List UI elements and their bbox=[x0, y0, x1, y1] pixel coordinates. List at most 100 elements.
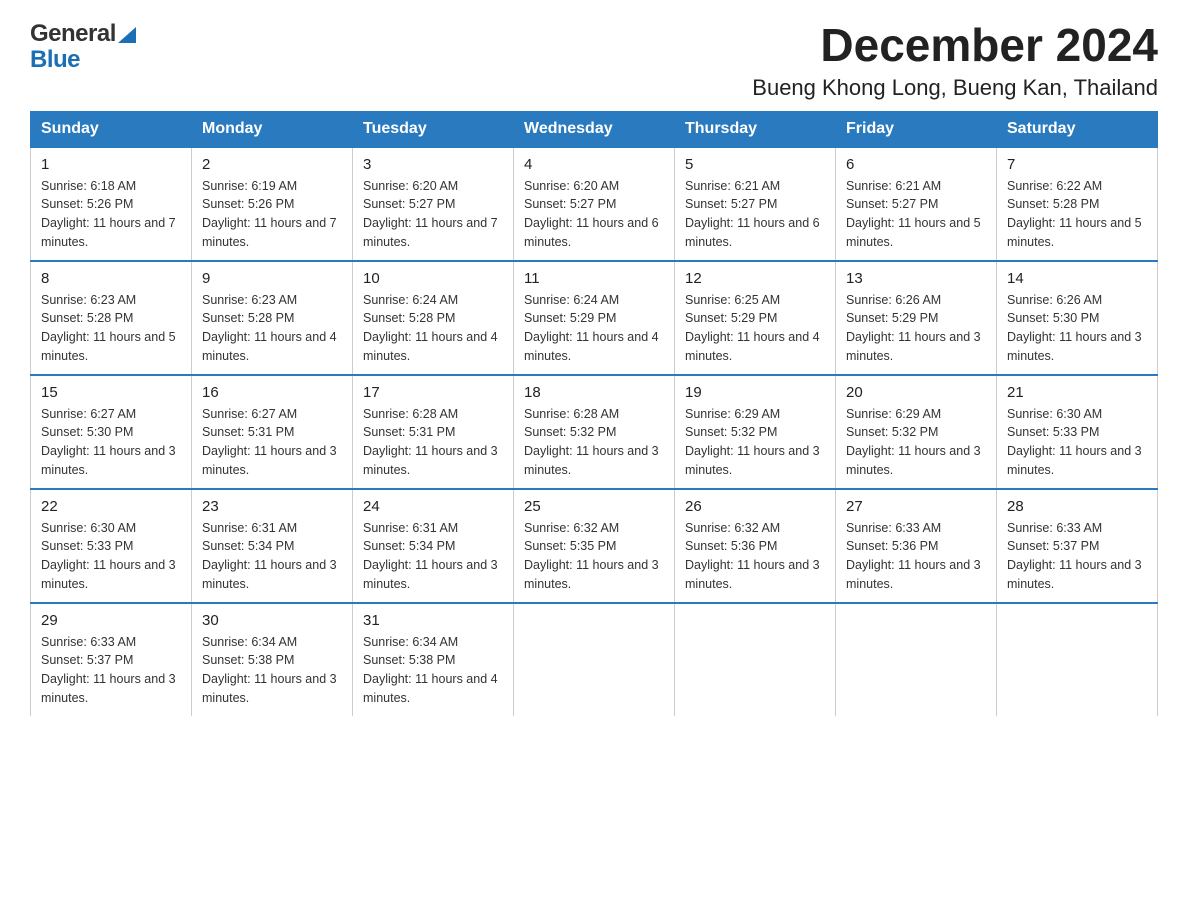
day-number: 30 bbox=[202, 612, 342, 629]
table-row: 9 Sunrise: 6:23 AM Sunset: 5:28 PM Dayli… bbox=[192, 261, 353, 375]
day-number: 12 bbox=[685, 270, 825, 287]
day-info: Sunrise: 6:22 AM Sunset: 5:28 PM Dayligh… bbox=[1007, 177, 1147, 252]
table-row: 24 Sunrise: 6:31 AM Sunset: 5:34 PM Dayl… bbox=[353, 489, 514, 603]
day-info: Sunrise: 6:32 AM Sunset: 5:36 PM Dayligh… bbox=[685, 519, 825, 594]
day-info: Sunrise: 6:26 AM Sunset: 5:30 PM Dayligh… bbox=[1007, 291, 1147, 366]
table-row: 5 Sunrise: 6:21 AM Sunset: 5:27 PM Dayli… bbox=[675, 147, 836, 261]
day-info: Sunrise: 6:29 AM Sunset: 5:32 PM Dayligh… bbox=[685, 405, 825, 480]
table-row: 26 Sunrise: 6:32 AM Sunset: 5:36 PM Dayl… bbox=[675, 489, 836, 603]
table-row bbox=[675, 603, 836, 716]
day-number: 23 bbox=[202, 498, 342, 515]
day-number: 20 bbox=[846, 384, 986, 401]
day-number: 17 bbox=[363, 384, 503, 401]
day-number: 15 bbox=[41, 384, 181, 401]
day-number: 5 bbox=[685, 156, 825, 173]
day-number: 21 bbox=[1007, 384, 1147, 401]
day-number: 25 bbox=[524, 498, 664, 515]
header-saturday: Saturday bbox=[997, 111, 1158, 147]
table-row: 10 Sunrise: 6:24 AM Sunset: 5:28 PM Dayl… bbox=[353, 261, 514, 375]
calendar-week-row: 22 Sunrise: 6:30 AM Sunset: 5:33 PM Dayl… bbox=[31, 489, 1158, 603]
calendar-header-row: Sunday Monday Tuesday Wednesday Thursday… bbox=[31, 111, 1158, 147]
day-number: 31 bbox=[363, 612, 503, 629]
table-row bbox=[514, 603, 675, 716]
table-row: 4 Sunrise: 6:20 AM Sunset: 5:27 PM Dayli… bbox=[514, 147, 675, 261]
day-info: Sunrise: 6:33 AM Sunset: 5:36 PM Dayligh… bbox=[846, 519, 986, 594]
day-info: Sunrise: 6:28 AM Sunset: 5:31 PM Dayligh… bbox=[363, 405, 503, 480]
day-info: Sunrise: 6:20 AM Sunset: 5:27 PM Dayligh… bbox=[524, 177, 664, 252]
table-row: 6 Sunrise: 6:21 AM Sunset: 5:27 PM Dayli… bbox=[836, 147, 997, 261]
table-row: 28 Sunrise: 6:33 AM Sunset: 5:37 PM Dayl… bbox=[997, 489, 1158, 603]
header-monday: Monday bbox=[192, 111, 353, 147]
header-thursday: Thursday bbox=[675, 111, 836, 147]
table-row: 30 Sunrise: 6:34 AM Sunset: 5:38 PM Dayl… bbox=[192, 603, 353, 716]
day-info: Sunrise: 6:19 AM Sunset: 5:26 PM Dayligh… bbox=[202, 177, 342, 252]
day-info: Sunrise: 6:20 AM Sunset: 5:27 PM Dayligh… bbox=[363, 177, 503, 252]
day-info: Sunrise: 6:30 AM Sunset: 5:33 PM Dayligh… bbox=[41, 519, 181, 594]
table-row: 22 Sunrise: 6:30 AM Sunset: 5:33 PM Dayl… bbox=[31, 489, 192, 603]
day-info: Sunrise: 6:34 AM Sunset: 5:38 PM Dayligh… bbox=[202, 633, 342, 708]
table-row: 8 Sunrise: 6:23 AM Sunset: 5:28 PM Dayli… bbox=[31, 261, 192, 375]
day-number: 29 bbox=[41, 612, 181, 629]
logo-general-text: General bbox=[30, 20, 116, 48]
table-row: 1 Sunrise: 6:18 AM Sunset: 5:26 PM Dayli… bbox=[31, 147, 192, 261]
table-row: 31 Sunrise: 6:34 AM Sunset: 5:38 PM Dayl… bbox=[353, 603, 514, 716]
day-number: 13 bbox=[846, 270, 986, 287]
day-number: 8 bbox=[41, 270, 181, 287]
day-number: 27 bbox=[846, 498, 986, 515]
day-info: Sunrise: 6:33 AM Sunset: 5:37 PM Dayligh… bbox=[41, 633, 181, 708]
day-number: 14 bbox=[1007, 270, 1147, 287]
day-info: Sunrise: 6:29 AM Sunset: 5:32 PM Dayligh… bbox=[846, 405, 986, 480]
day-info: Sunrise: 6:27 AM Sunset: 5:30 PM Dayligh… bbox=[41, 405, 181, 480]
day-info: Sunrise: 6:25 AM Sunset: 5:29 PM Dayligh… bbox=[685, 291, 825, 366]
day-info: Sunrise: 6:18 AM Sunset: 5:26 PM Dayligh… bbox=[41, 177, 181, 252]
logo-blue-text: Blue bbox=[30, 46, 80, 74]
day-info: Sunrise: 6:24 AM Sunset: 5:29 PM Dayligh… bbox=[524, 291, 664, 366]
table-row: 20 Sunrise: 6:29 AM Sunset: 5:32 PM Dayl… bbox=[836, 375, 997, 489]
page-header: General Blue December 2024 Bueng Khong L… bbox=[30, 20, 1158, 101]
header-wednesday: Wednesday bbox=[514, 111, 675, 147]
day-info: Sunrise: 6:23 AM Sunset: 5:28 PM Dayligh… bbox=[202, 291, 342, 366]
day-info: Sunrise: 6:32 AM Sunset: 5:35 PM Dayligh… bbox=[524, 519, 664, 594]
table-row: 16 Sunrise: 6:27 AM Sunset: 5:31 PM Dayl… bbox=[192, 375, 353, 489]
calendar-week-row: 8 Sunrise: 6:23 AM Sunset: 5:28 PM Dayli… bbox=[31, 261, 1158, 375]
table-row: 2 Sunrise: 6:19 AM Sunset: 5:26 PM Dayli… bbox=[192, 147, 353, 261]
table-row: 14 Sunrise: 6:26 AM Sunset: 5:30 PM Dayl… bbox=[997, 261, 1158, 375]
header-friday: Friday bbox=[836, 111, 997, 147]
title-block: December 2024 Bueng Khong Long, Bueng Ka… bbox=[752, 20, 1158, 101]
calendar-table: Sunday Monday Tuesday Wednesday Thursday… bbox=[30, 111, 1158, 716]
table-row: 12 Sunrise: 6:25 AM Sunset: 5:29 PM Dayl… bbox=[675, 261, 836, 375]
logo-arrow-icon bbox=[118, 27, 136, 43]
day-info: Sunrise: 6:26 AM Sunset: 5:29 PM Dayligh… bbox=[846, 291, 986, 366]
day-number: 11 bbox=[524, 270, 664, 287]
header-tuesday: Tuesday bbox=[353, 111, 514, 147]
day-info: Sunrise: 6:33 AM Sunset: 5:37 PM Dayligh… bbox=[1007, 519, 1147, 594]
day-number: 16 bbox=[202, 384, 342, 401]
day-info: Sunrise: 6:28 AM Sunset: 5:32 PM Dayligh… bbox=[524, 405, 664, 480]
day-info: Sunrise: 6:24 AM Sunset: 5:28 PM Dayligh… bbox=[363, 291, 503, 366]
table-row: 3 Sunrise: 6:20 AM Sunset: 5:27 PM Dayli… bbox=[353, 147, 514, 261]
table-row: 19 Sunrise: 6:29 AM Sunset: 5:32 PM Dayl… bbox=[675, 375, 836, 489]
table-row: 29 Sunrise: 6:33 AM Sunset: 5:37 PM Dayl… bbox=[31, 603, 192, 716]
table-row: 18 Sunrise: 6:28 AM Sunset: 5:32 PM Dayl… bbox=[514, 375, 675, 489]
day-number: 18 bbox=[524, 384, 664, 401]
day-info: Sunrise: 6:34 AM Sunset: 5:38 PM Dayligh… bbox=[363, 633, 503, 708]
table-row: 23 Sunrise: 6:31 AM Sunset: 5:34 PM Dayl… bbox=[192, 489, 353, 603]
calendar-week-row: 15 Sunrise: 6:27 AM Sunset: 5:30 PM Dayl… bbox=[31, 375, 1158, 489]
table-row bbox=[997, 603, 1158, 716]
calendar-week-row: 1 Sunrise: 6:18 AM Sunset: 5:26 PM Dayli… bbox=[31, 147, 1158, 261]
table-row: 11 Sunrise: 6:24 AM Sunset: 5:29 PM Dayl… bbox=[514, 261, 675, 375]
day-info: Sunrise: 6:21 AM Sunset: 5:27 PM Dayligh… bbox=[685, 177, 825, 252]
table-row: 13 Sunrise: 6:26 AM Sunset: 5:29 PM Dayl… bbox=[836, 261, 997, 375]
day-number: 24 bbox=[363, 498, 503, 515]
day-number: 22 bbox=[41, 498, 181, 515]
table-row: 27 Sunrise: 6:33 AM Sunset: 5:36 PM Dayl… bbox=[836, 489, 997, 603]
table-row bbox=[836, 603, 997, 716]
day-number: 7 bbox=[1007, 156, 1147, 173]
day-info: Sunrise: 6:21 AM Sunset: 5:27 PM Dayligh… bbox=[846, 177, 986, 252]
day-number: 3 bbox=[363, 156, 503, 173]
day-number: 19 bbox=[685, 384, 825, 401]
table-row: 7 Sunrise: 6:22 AM Sunset: 5:28 PM Dayli… bbox=[997, 147, 1158, 261]
day-number: 9 bbox=[202, 270, 342, 287]
day-number: 1 bbox=[41, 156, 181, 173]
page-subtitle: Bueng Khong Long, Bueng Kan, Thailand bbox=[752, 75, 1158, 101]
